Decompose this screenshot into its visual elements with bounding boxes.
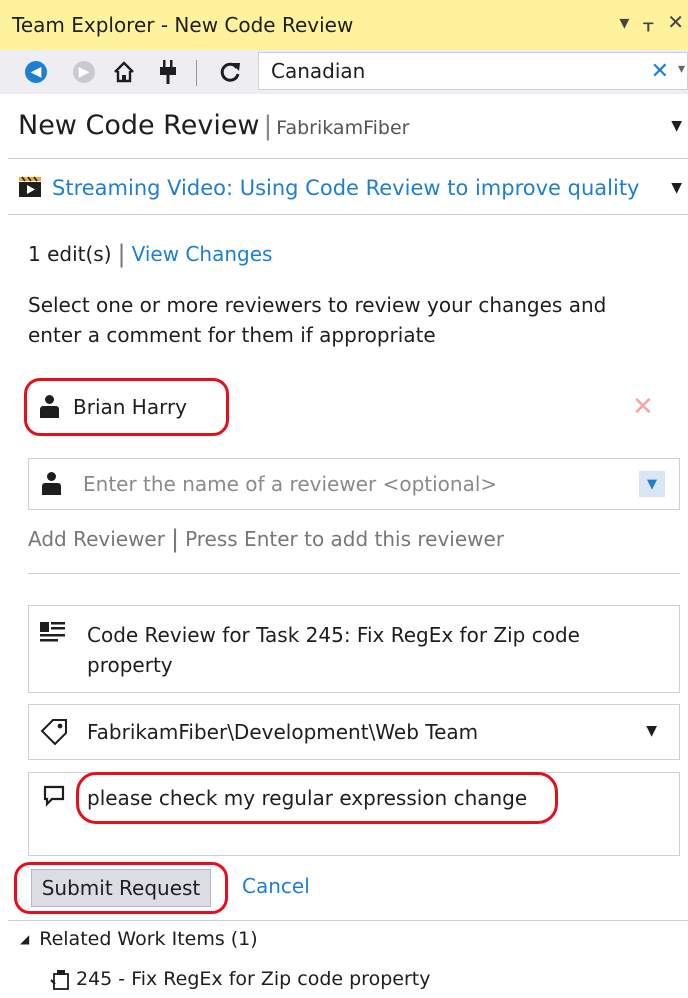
page-title: New Code Review (18, 110, 260, 141)
comment-icon (43, 785, 65, 807)
related-item-label: 245 - Fix RegEx for Zip code property (76, 968, 431, 990)
project-name: FabrikamFiber (276, 117, 410, 139)
search-dropdown-icon[interactable]: ▾ (678, 61, 685, 77)
header-separator: | (263, 111, 273, 141)
review-title: Code Review for Task 245: Fix RegEx for … (87, 623, 580, 677)
dropdown-icon[interactable]: ▾ (619, 10, 629, 34)
person-icon (39, 395, 59, 419)
area-path: FabrikamFiber\Development\Web Team (87, 720, 479, 744)
window-title: Team Explorer - New Code Review (12, 13, 354, 37)
comment-text[interactable]: please check my regular expression chang… (76, 772, 558, 824)
work-item-icon (50, 968, 72, 990)
cancel-link[interactable]: Cancel (242, 874, 310, 898)
pin-icon[interactable]: ᚁ (643, 10, 653, 34)
video-divider (8, 214, 688, 215)
submit-request-button[interactable]: Submit Request (30, 869, 212, 907)
title-icon (39, 620, 67, 644)
video-link[interactable]: Streaming Video: Using Code Review to im… (52, 176, 639, 200)
collapse-icon[interactable]: ◢ (20, 932, 29, 946)
close-icon[interactable]: ✕ (667, 10, 684, 34)
remove-reviewer-icon[interactable]: ✕ (632, 392, 654, 422)
video-dropdown-icon[interactable]: ▼ (671, 180, 682, 196)
forward-arrow-icon[interactable]: ▶ (72, 60, 96, 84)
reviewer-name: Brian Harry (73, 395, 188, 419)
reviewer-divider (28, 573, 680, 574)
instructions-text: Select one or more reviewers to review y… (28, 293, 607, 347)
add-reviewer-hint: Press Enter to add this reviewer (185, 527, 505, 551)
clear-search-icon[interactable]: ✕ (651, 59, 669, 84)
search-value: Canadian (271, 59, 366, 83)
video-icon (18, 174, 42, 202)
area-path-field[interactable]: FabrikamFiber\Development\Web Team ▼ (28, 704, 680, 760)
add-reviewer-row: Add Reviewer | Press Enter to add this r… (28, 525, 504, 553)
header-menu-icon[interactable]: ▼ (671, 118, 682, 134)
area-dropdown-icon[interactable]: ▼ (646, 723, 657, 739)
search-input[interactable]: Canadian ✕ ▾ (258, 52, 688, 90)
changes-row: 1 edit(s) | View Changes (28, 240, 272, 268)
reviewer-placeholder: Enter the name of a reviewer <optional> (83, 472, 498, 496)
add-reviewer-separator: | (170, 525, 180, 553)
view-changes-link[interactable]: View Changes (132, 242, 273, 266)
edit-count: 1 edit(s) (28, 242, 112, 266)
window-controls: ▾ ᚁ ✕ (619, 10, 684, 34)
related-work-items-header[interactable]: ◢ Related Work Items (1) (20, 928, 258, 950)
review-title-field[interactable]: Code Review for Task 245: Fix RegEx for … (28, 605, 680, 693)
person-icon (41, 472, 61, 496)
reviewer-dropdown-icon[interactable]: ▼ (639, 471, 665, 497)
video-row: Streaming Video: Using Code Review to im… (18, 172, 639, 204)
toolbar-separator (196, 60, 197, 86)
reviewer-input[interactable]: Enter the name of a reviewer <optional> … (28, 458, 680, 510)
back-arrow-icon[interactable]: ◀ (24, 60, 48, 84)
page-header: New Code Review | FabrikamFiber (18, 110, 409, 150)
title-bar: Team Explorer - New Code Review ▾ ᚁ ✕ (0, 0, 688, 50)
actions-divider (8, 920, 688, 921)
header-divider (8, 158, 688, 159)
related-work-item[interactable]: 245 - Fix RegEx for Zip code property (50, 968, 430, 990)
refresh-icon[interactable] (218, 60, 242, 84)
submit-highlight: Submit Request (14, 862, 228, 914)
home-icon[interactable] (112, 60, 136, 84)
tag-icon (39, 717, 69, 747)
plug-icon[interactable] (156, 60, 180, 84)
selected-reviewer[interactable]: Brian Harry (24, 378, 229, 436)
add-reviewer-link[interactable]: Add Reviewer (28, 527, 165, 551)
changes-separator: | (117, 240, 126, 268)
related-heading: Related Work Items (1) (39, 928, 258, 950)
